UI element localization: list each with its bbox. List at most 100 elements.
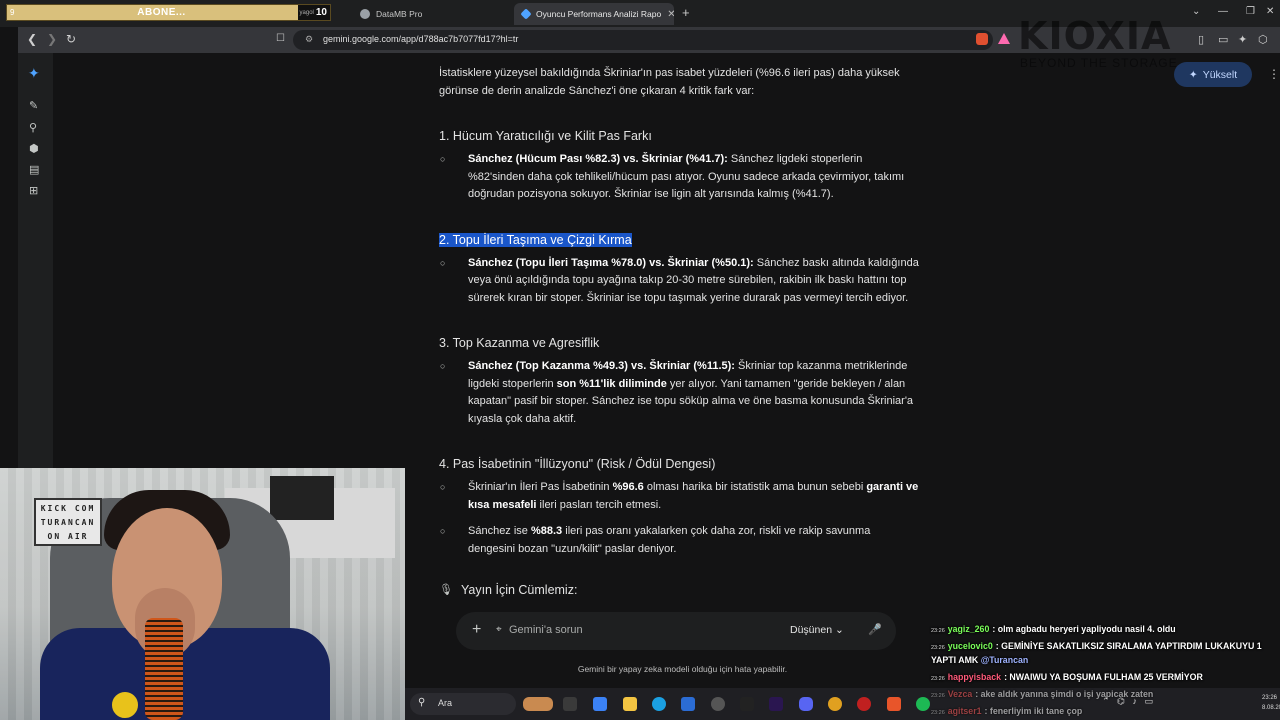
gems-icon[interactable]: ⬢ — [29, 142, 39, 155]
sign-line: KICK COM — [40, 504, 96, 513]
close-window-icon[interactable]: ✕ — [1266, 6, 1274, 17]
task-view-icon[interactable] — [563, 697, 577, 711]
obs-icon[interactable] — [711, 697, 725, 711]
tab-title: DataMB Pro — [376, 9, 423, 19]
close-tab-icon[interactable]: ✕ — [667, 9, 674, 20]
chat-text: : fenerliyim iki tane çop — [984, 706, 1083, 716]
taskbar-search-label: Ara — [438, 698, 453, 708]
chat-time: 23:26 — [931, 676, 945, 682]
vpn-icon[interactable]: ⬡ — [1258, 33, 1268, 46]
list-item: Sánchez (Topu İleri Taşıma %78.0) vs. Šk… — [439, 255, 919, 308]
intro-paragraph: İstatisklere yüzeysel bakıldığında Škrin… — [439, 67, 900, 97]
subscribe-left-number: 9 — [10, 8, 15, 17]
subscribe-label: ABONE... — [137, 7, 186, 18]
capcut-icon[interactable] — [740, 697, 754, 711]
chat-username: happyisback — [947, 672, 1002, 682]
voice-input-icon[interactable]: 🎤 — [868, 623, 882, 636]
tab-gemini-report[interactable]: Oyuncu Performans Analizi Rapo ✕ — [514, 3, 674, 25]
recorder-icon[interactable] — [857, 697, 871, 711]
taskbar-search[interactable]: ⚲ Ara — [410, 693, 516, 715]
club-badge-icon — [110, 690, 140, 720]
chat-text: : olm agbadu heryeri yapliyodu nasil 4. … — [992, 624, 1176, 634]
discord-icon[interactable] — [799, 697, 813, 711]
subscribe-count: yagol 10 — [298, 5, 330, 20]
brave-rewards-icon[interactable] — [998, 33, 1010, 44]
add-attachment-icon[interactable]: + — [472, 621, 481, 639]
prompt-box[interactable]: + ⌖ Gemini'a sorun Düşünen ⌄ 🎤 — [456, 612, 896, 650]
chat-message: 23:26 yagiz_260: olm agbadu heryeri yapli… — [931, 623, 1279, 637]
back-icon[interactable]: ❮ — [27, 32, 37, 46]
extensions-icon[interactable]: ✦ — [1238, 33, 1247, 46]
forward-icon[interactable]: ❯ — [47, 32, 57, 46]
bookmark-icon[interactable]: ☐ — [276, 33, 285, 44]
chat-time: 23:26 — [931, 628, 945, 634]
chat-time: 23:26 — [931, 645, 945, 651]
library-icon[interactable]: ▤ — [29, 163, 39, 176]
broadcast-heading-text: Yayın İçin Cümlemiz: — [460, 583, 578, 597]
subscribe-overlay-bar: 9 ABONE... yagol 10 — [6, 4, 331, 21]
chrome-icon[interactable] — [828, 697, 842, 711]
maximize-icon[interactable]: ❐ — [1246, 6, 1255, 17]
address-bar[interactable]: ⚙ gemini.google.com/app/d788ac7b7077fd17… — [293, 30, 993, 50]
file-explorer-icon[interactable] — [623, 697, 637, 711]
widgets-icon[interactable] — [523, 697, 553, 711]
bullet-bold: Sánchez (Top Kazanma %49.3) vs. Škriniar… — [468, 360, 735, 372]
chat-username: yucelovic0 — [947, 641, 993, 651]
microphone-icon: 🎙 — [439, 584, 453, 596]
sign-line: TURANCAN — [40, 518, 96, 527]
premiere-icon[interactable] — [769, 697, 783, 711]
bullet-bold: Sánchez (Hücum Pası %82.3) vs. Škriniar … — [468, 153, 728, 165]
chat-response-area: ✦ Yükselt ⋮ İstatisklere yüzeysel bakıld… — [405, 53, 1280, 615]
brave-shield-icon[interactable] — [976, 33, 988, 45]
datamb-favicon-icon — [360, 9, 370, 19]
chat-time: 23:26 — [931, 710, 945, 716]
site-info-icon[interactable]: ⚙ — [305, 34, 313, 45]
chat-message: 23:26 Vezca: ake aldık yanına şimdi o işi… — [931, 688, 1279, 702]
store-icon[interactable] — [593, 697, 607, 711]
chat-time: 23:26 — [931, 693, 945, 699]
upgrade-label: Yükselt — [1202, 68, 1238, 81]
location-pin-icon: ⌖ — [496, 624, 502, 635]
new-chat-icon[interactable]: ✎ — [29, 99, 38, 112]
minimize-icon[interactable]: — — [1218, 6, 1228, 17]
search-icon[interactable]: ⚲ — [29, 121, 37, 134]
subscribe-count-value: 10 — [315, 7, 327, 18]
section-4-title: 4. Pas İsabetinin "İllüzyonu" (Risk / Öd… — [439, 457, 716, 471]
outlook-icon[interactable] — [681, 697, 695, 711]
more-options-icon[interactable]: ⋮ — [1268, 67, 1280, 81]
sparkle-icon: ✦ — [1188, 68, 1198, 81]
response-text: İstatisklere yüzeysel bakıldığında Škrin… — [439, 65, 919, 600]
tab-search-icon[interactable]: ⌄ — [1192, 6, 1200, 17]
bullet-text: olması harika bir istatistik ama bunun s… — [643, 481, 867, 493]
gemini-logo-icon[interactable]: ✦ — [28, 65, 40, 82]
bullet-bold: %96.6 — [612, 481, 644, 493]
upgrade-button[interactable]: ✦ Yükselt — [1174, 62, 1252, 87]
apps-icon[interactable]: ⊞ — [29, 184, 38, 197]
model-mode-selector[interactable]: Düşünen ⌄ — [790, 624, 844, 636]
sidebar-toggle-icon[interactable]: ▯ — [1198, 33, 1204, 46]
reload-icon[interactable]: ↻ — [66, 32, 76, 46]
section-3-title: 3. Top Kazanma ve Agresiflik — [439, 336, 600, 350]
bullet-text: Škriniar'ın İleri Pas İsabetinin — [468, 481, 613, 493]
broadcast-sentence-heading: 🎙 Yayın İçin Cümlemiz: — [439, 582, 919, 600]
brave-icon[interactable] — [887, 697, 901, 711]
sign-line: ON AIR — [47, 532, 89, 541]
prompt-input[interactable]: Gemini'a sorun — [509, 624, 583, 636]
chevron-down-icon: ⌄ — [834, 624, 844, 636]
new-tab-button[interactable]: + — [682, 5, 690, 20]
list-item: Sánchez (Top Kazanma %49.3) vs. Škriniar… — [439, 358, 919, 428]
url-text[interactable]: gemini.google.com/app/d788ac7b7077fd17?h… — [323, 34, 518, 44]
list-item: Sánchez ise %88.3 ileri pas oranı yakala… — [439, 523, 919, 558]
subscribe-small-text: yagol — [299, 9, 314, 16]
wallet-icon[interactable]: ▭ — [1218, 33, 1228, 46]
section-2-title: 2. Topu İleri Taşıma ve Çizgi Kırma — [439, 231, 919, 249]
kioxia-watermark: KIOXIA — [1018, 14, 1172, 58]
chat-mention: @Turancan — [980, 655, 1029, 665]
bullet-bold: Sánchez (Topu İleri Taşıma %78.0) vs. Šk… — [468, 256, 754, 269]
chat-username: yagiz_260 — [947, 624, 990, 634]
tab-datamb-pro[interactable]: DataMB Pro — [352, 3, 512, 25]
edge-icon[interactable] — [652, 697, 666, 711]
chat-message: 23:26 yucelovic0: GEMİNİYE SAKATLIKSIZ SI… — [931, 640, 1279, 666]
webcam-box — [270, 476, 334, 520]
bullet-text: ileri pasları tercih etmesi. — [536, 498, 662, 511]
